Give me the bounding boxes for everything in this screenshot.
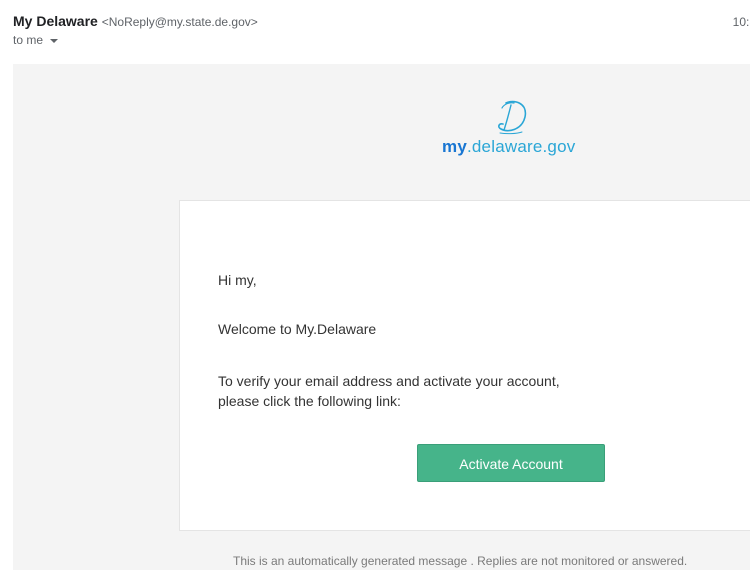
email-header: My Delaware <NoReply@my.state.de.gov> 10… — [0, 0, 750, 58]
from-line: My Delaware <NoReply@my.state.de.gov> — [13, 13, 258, 29]
my-delaware-logo: my.delaware.gov — [430, 97, 600, 167]
logo-text-domain: .delaware.gov — [466, 137, 576, 156]
recipient-details-toggle[interactable]: to me — [13, 33, 59, 47]
email-time: 10:3 — [732, 15, 750, 29]
delaware-d-icon — [498, 100, 527, 135]
activate-account-button[interactable]: Activate Account — [417, 444, 605, 482]
welcome-text: Welcome to My.Delaware — [218, 321, 377, 337]
sender-email: <NoReply@my.state.de.gov> — [101, 15, 258, 29]
sender-name[interactable]: My Delaware — [13, 13, 98, 29]
instruction-line-2: please click the following link: — [218, 393, 401, 409]
caret-down-icon[interactable] — [50, 39, 59, 43]
auto-generated-note: This is an automatically generated messa… — [233, 554, 688, 568]
email-view: My Delaware <NoReply@my.state.de.gov> 10… — [0, 0, 750, 570]
to-label: to me — [13, 33, 44, 47]
instruction-line-1: To verify your email address and activat… — [218, 373, 560, 389]
greeting-text: Hi my, — [218, 272, 257, 288]
instruction-text: To verify your email address and activat… — [218, 371, 560, 411]
logo-text-my: my — [442, 137, 467, 156]
logo-text: my.delaware.gov — [442, 137, 575, 157]
